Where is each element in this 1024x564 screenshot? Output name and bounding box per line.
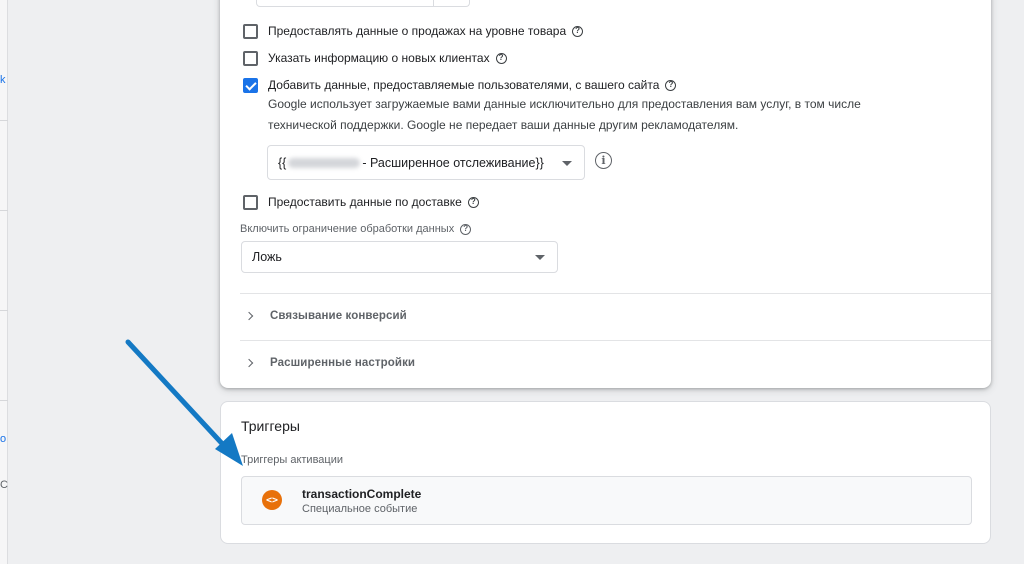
sidebar-divider xyxy=(0,120,8,121)
info-icon[interactable]: i xyxy=(595,152,612,169)
trigger-item[interactable]: <> transactionComplete Специальное событ… xyxy=(241,476,972,525)
option-new-customers[interactable]: Указать информацию о новых клиентах ? xyxy=(243,49,507,67)
sidebar-divider xyxy=(0,310,8,311)
restricted-processing-label: Включить ограничение обработки данных ? xyxy=(240,223,472,235)
section-conversion-linking[interactable]: Связывание конверсий xyxy=(244,308,407,324)
help-circle-icon[interactable]: ? xyxy=(665,79,677,91)
help-circle-icon[interactable]: ? xyxy=(495,52,507,64)
option-user-provided-data[interactable]: Добавить данные, предоставляемые пользов… xyxy=(243,76,677,94)
top-input-field[interactable] xyxy=(256,0,470,7)
left-sidebar-edge: k o C xyxy=(0,0,8,564)
field-label-text: Включить ограничение обработки данных xyxy=(240,223,455,235)
dropdown-caret-icon xyxy=(535,255,545,260)
user-data-description: Google использует загружаемые вами данны… xyxy=(268,97,861,132)
delivery-data-checkbox[interactable] xyxy=(243,194,258,210)
section-advanced-settings[interactable]: Расширенные настройки xyxy=(244,355,416,371)
help-circle-icon[interactable]: ? xyxy=(572,25,584,37)
sidebar-divider xyxy=(0,210,8,211)
selected-value: Ложь xyxy=(252,250,282,264)
option-label: Предоставлять данные о продажах на уровн… xyxy=(268,24,567,38)
dropdown-caret-icon xyxy=(562,160,572,166)
triggers-card: Триггеры Триггеры активации <> transacti… xyxy=(220,401,991,544)
section-divider xyxy=(240,340,991,341)
tag-config-card: Предоставлять данные о продажах на уровн… xyxy=(220,0,991,388)
product-sales-checkbox[interactable] xyxy=(243,23,258,39)
field-separator xyxy=(433,0,434,6)
variable-suffix: - Расширенное отслеживание}} xyxy=(362,155,544,170)
firing-triggers-subtitle: Триггеры активации xyxy=(241,454,344,466)
option-label: Предоставить данные по доставке xyxy=(268,195,462,209)
section-divider xyxy=(240,293,991,294)
redacted-variable-name xyxy=(288,157,361,168)
help-circle-icon[interactable]: ? xyxy=(460,223,472,235)
sidebar-text-fragment[interactable]: k xyxy=(0,74,6,86)
chevron-right-icon xyxy=(244,358,254,368)
section-label: Связывание конверсий xyxy=(270,310,407,322)
trigger-type: Специальное событие xyxy=(302,503,418,515)
triggers-title: Триггеры xyxy=(241,418,300,434)
user-provided-data-checkbox[interactable] xyxy=(243,77,258,93)
option-product-sales-data[interactable]: Предоставлять данные о продажах на уровн… xyxy=(243,22,584,40)
option-label: Указать информацию о новых клиентах xyxy=(268,51,490,65)
option-label: Добавить данные, предоставляемые пользов… xyxy=(268,78,660,92)
trigger-name: transactionComplete xyxy=(302,487,422,501)
sidebar-text-fragment: C xyxy=(0,479,8,491)
variable-prefix: {{ xyxy=(278,155,287,170)
arrow-shaft xyxy=(125,339,231,453)
section-label: Расширенные настройки xyxy=(270,357,416,369)
chevron-right-icon xyxy=(244,311,254,321)
user-data-variable-select[interactable]: {{ - Расширенное отслеживание}} xyxy=(267,145,585,180)
new-customers-checkbox[interactable] xyxy=(243,50,258,66)
sidebar-divider xyxy=(0,400,8,401)
custom-event-icon: <> xyxy=(262,490,282,510)
option-delivery-data[interactable]: Предоставить данные по доставке ? xyxy=(243,193,479,211)
restricted-processing-select[interactable]: Ложь xyxy=(241,241,558,273)
sidebar-text-fragment[interactable]: o xyxy=(0,433,6,445)
help-circle-icon[interactable]: ? xyxy=(467,196,479,208)
